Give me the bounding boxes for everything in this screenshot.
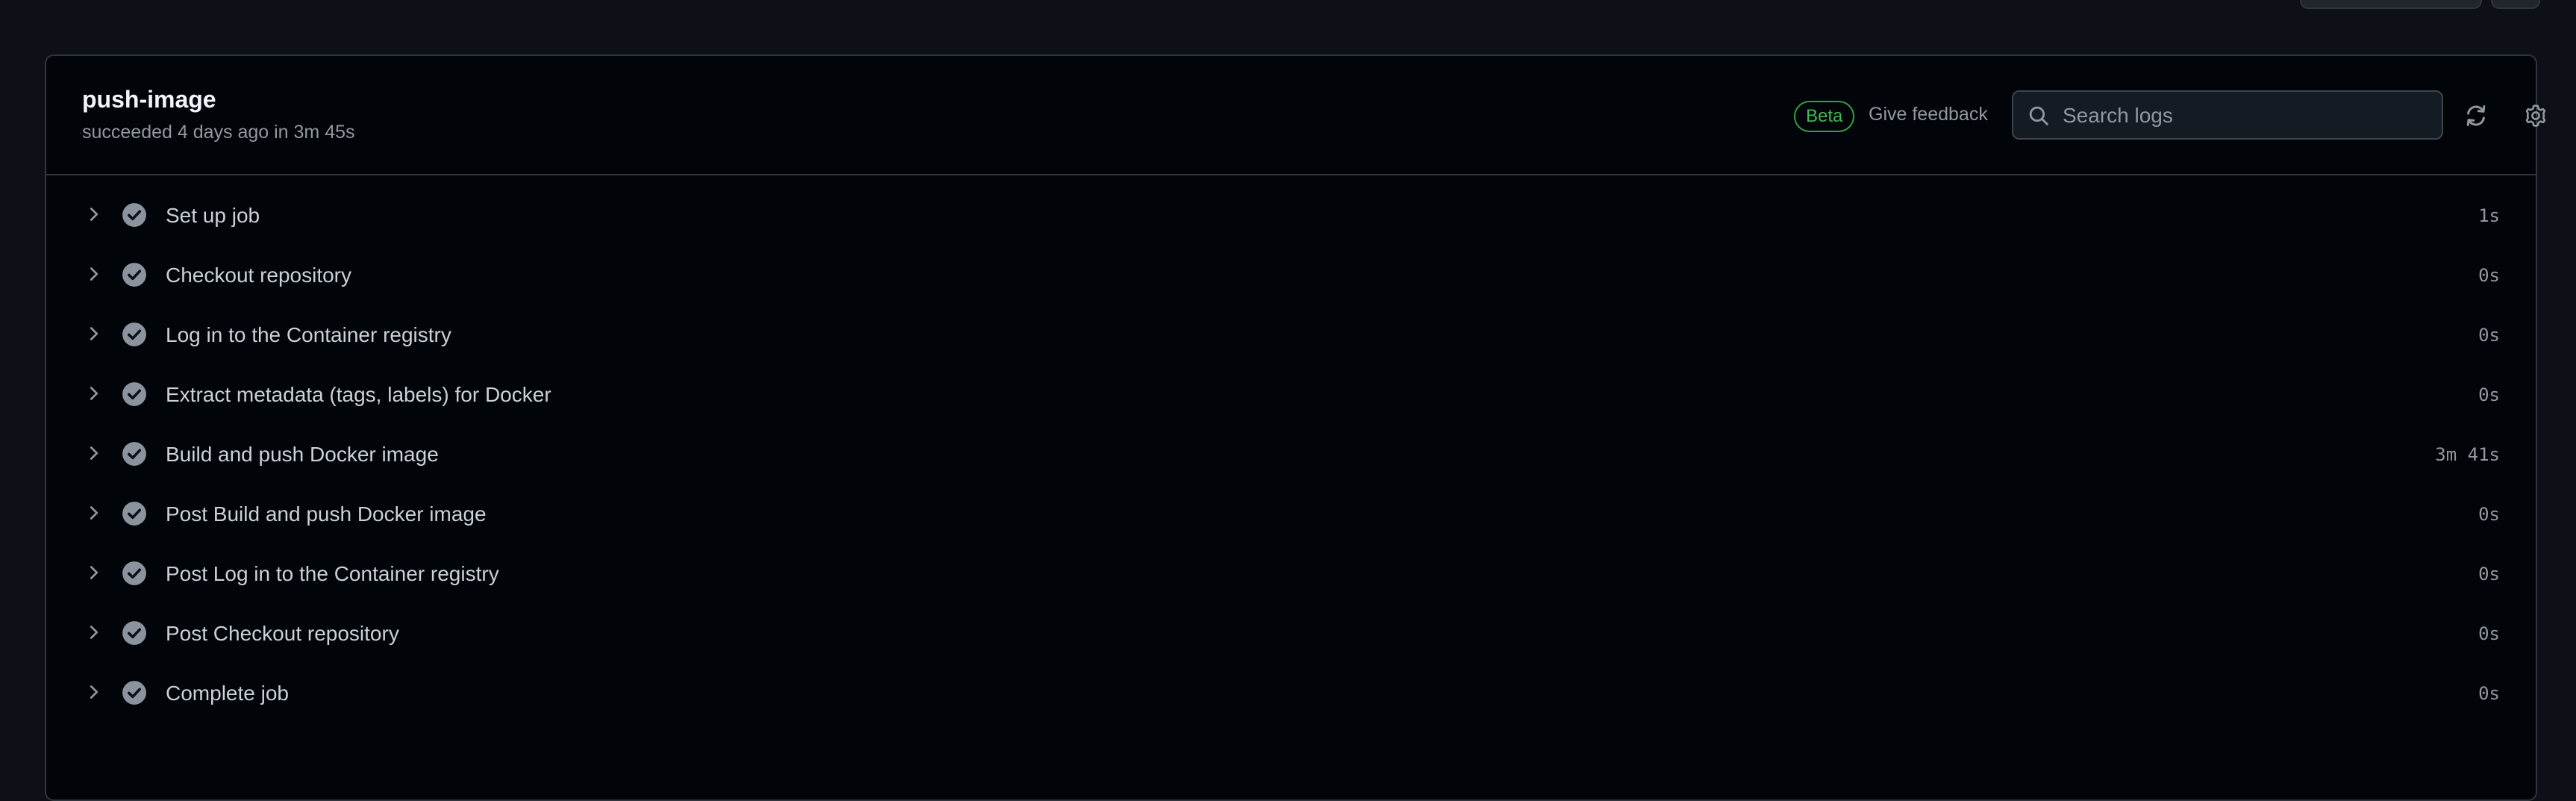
chevron-right-icon[interactable] bbox=[85, 205, 103, 223]
check-circle-icon bbox=[122, 382, 146, 406]
check-circle-icon bbox=[122, 442, 146, 466]
search-logs-field[interactable] bbox=[2012, 90, 2443, 140]
step-name: Build and push Docker image bbox=[166, 443, 439, 466]
check-circle-icon bbox=[122, 502, 146, 526]
chevron-right-icon[interactable] bbox=[85, 504, 103, 522]
step-duration: 3m 41s bbox=[2435, 444, 2500, 465]
step-name: Post Log in to the Container registry bbox=[166, 562, 499, 585]
chevron-right-icon[interactable] bbox=[85, 683, 103, 701]
gear-icon bbox=[2525, 105, 2546, 127]
sync-icon bbox=[2466, 105, 2486, 126]
step-row-3[interactable]: Log in to the Container registry 0s bbox=[46, 307, 2536, 367]
check-circle-icon bbox=[122, 561, 146, 585]
step-name: Log in to the Container registry bbox=[166, 323, 451, 346]
step-name: Extract metadata (tags, labels) for Dock… bbox=[166, 383, 551, 406]
step-duration: 0s bbox=[2478, 683, 2500, 704]
check-circle-icon bbox=[122, 681, 146, 705]
check-circle-icon bbox=[122, 621, 146, 645]
step-name: Post Checkout repository bbox=[166, 622, 399, 645]
step-row-4[interactable]: Extract metadata (tags, labels) for Dock… bbox=[46, 367, 2536, 426]
steps-list: Set up job 1s Checkout repository 0s Log… bbox=[46, 187, 2536, 725]
chevron-right-icon[interactable] bbox=[85, 444, 103, 462]
top-menu-button[interactable] bbox=[2491, 0, 2540, 9]
search-logs-input[interactable] bbox=[2061, 92, 2437, 140]
step-duration: 0s bbox=[2478, 265, 2500, 286]
settings-button[interactable] bbox=[2519, 99, 2552, 132]
chevron-right-icon[interactable] bbox=[85, 564, 103, 582]
check-circle-icon bbox=[122, 322, 146, 346]
job-header: push-image succeeded 4 days ago in 3m 45… bbox=[46, 56, 2546, 175]
job-status-line: succeeded 4 days ago in 3m 45s bbox=[82, 122, 355, 143]
beta-badge: Beta bbox=[1794, 101, 1855, 132]
job-title: push-image bbox=[82, 86, 216, 113]
step-row-9[interactable]: Complete job 0s bbox=[46, 665, 2536, 725]
step-duration: 0s bbox=[2478, 623, 2500, 644]
step-row-1[interactable]: Set up job 1s bbox=[46, 187, 2536, 247]
step-row-2[interactable]: Checkout repository 0s bbox=[46, 247, 2536, 307]
step-duration: 0s bbox=[2478, 384, 2500, 405]
search-icon bbox=[2029, 106, 2048, 125]
give-feedback-link[interactable]: Give feedback bbox=[1869, 104, 1988, 125]
step-duration: 0s bbox=[2478, 504, 2500, 525]
step-duration: 1s bbox=[2478, 205, 2500, 226]
top-action-button[interactable] bbox=[2300, 0, 2482, 9]
step-name: Checkout repository bbox=[166, 264, 352, 287]
step-row-8[interactable]: Post Checkout repository 0s bbox=[46, 605, 2536, 665]
step-duration: 0s bbox=[2478, 325, 2500, 346]
check-circle-icon bbox=[122, 263, 146, 287]
step-name: Complete job bbox=[166, 682, 289, 705]
job-log-panel: push-image succeeded 4 days ago in 3m 45… bbox=[45, 54, 2546, 801]
chevron-right-icon[interactable] bbox=[85, 384, 103, 402]
step-duration: 0s bbox=[2478, 564, 2500, 585]
step-row-5[interactable]: Build and push Docker image 3m 41s bbox=[46, 426, 2536, 486]
chevron-right-icon[interactable] bbox=[85, 265, 103, 283]
refresh-button[interactable] bbox=[2460, 99, 2492, 132]
step-name: Post Build and push Docker image bbox=[166, 502, 487, 526]
chevron-right-icon[interactable] bbox=[85, 325, 103, 343]
step-row-6[interactable]: Post Build and push Docker image 0s bbox=[46, 486, 2536, 546]
step-name: Set up job bbox=[166, 204, 260, 227]
check-circle-icon bbox=[122, 203, 146, 227]
chevron-right-icon[interactable] bbox=[85, 623, 103, 641]
step-row-7[interactable]: Post Log in to the Container registry 0s bbox=[46, 546, 2536, 605]
